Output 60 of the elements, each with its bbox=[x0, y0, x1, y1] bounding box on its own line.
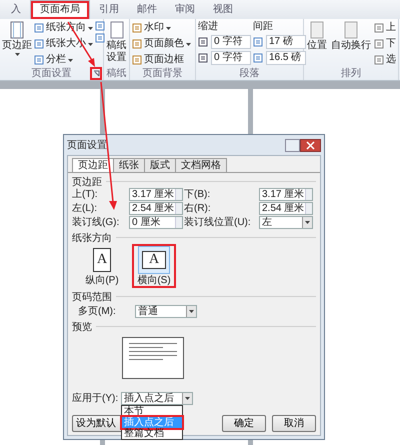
field-label: 右(R): bbox=[184, 202, 212, 214]
ribbon-button[interactable]: 位置 bbox=[307, 40, 327, 52]
dropdown-item[interactable]: 本节 bbox=[122, 406, 182, 417]
margin-spin-field[interactable]: 3.17 厘米 bbox=[129, 188, 183, 201]
field-label: 装订线(G): bbox=[72, 216, 120, 228]
ribbon-tab[interactable]: 邮件 bbox=[128, 1, 166, 19]
margin-spin-field[interactable]: 2.54 厘米 bbox=[259, 202, 313, 215]
group-label: 排列 bbox=[341, 68, 361, 80]
ribbon-menu-button[interactable]: 分栏 bbox=[34, 53, 93, 67]
indent-spin-field[interactable]: 0 字符 bbox=[211, 35, 251, 49]
gutter-position-select[interactable]: 左 bbox=[259, 216, 313, 229]
ribbon-button[interactable]: 选 bbox=[374, 53, 396, 67]
multiple-pages-select[interactable]: 普通 bbox=[135, 305, 197, 318]
dialog-tab[interactable]: 页边距 bbox=[72, 158, 114, 172]
ribbon-tab[interactable]: 入 bbox=[2, 1, 30, 19]
margin-spin-field[interactable]: 0 厘米 bbox=[129, 216, 183, 229]
ribbon-menu-button[interactable]: 页面颜色 bbox=[132, 37, 191, 51]
dialog-tab[interactable]: 文档网格 bbox=[175, 158, 227, 172]
indent-spin-field[interactable]: 0 字符 bbox=[211, 51, 251, 65]
section-heading: 页边距 bbox=[72, 176, 102, 188]
section-heading: 预览 bbox=[72, 320, 92, 334]
ribbon-tab[interactable]: 页面布局 bbox=[30, 0, 90, 19]
field-label: 多页(M): bbox=[78, 306, 117, 318]
field-label: 下(B): bbox=[184, 188, 212, 200]
orientation-label: 横向(S) bbox=[137, 275, 171, 287]
margin-spin-field[interactable]: 3.17 厘米 bbox=[259, 188, 313, 201]
draft-settings-button[interactable]: 稿纸设置 bbox=[106, 40, 126, 64]
ribbon-button[interactable]: 自动换行 bbox=[331, 40, 371, 52]
dialog-title: 页面设置 bbox=[67, 138, 107, 152]
spacing-spin-field[interactable]: 17 磅 bbox=[266, 35, 306, 49]
section-heading: 纸张方向 bbox=[72, 232, 112, 244]
apply-to-select[interactable]: 插入点之后 bbox=[121, 392, 194, 405]
ribbon-tab[interactable]: 视图 bbox=[204, 1, 242, 19]
ok-button[interactable]: 确定 bbox=[222, 415, 266, 432]
field-label: 左(L): bbox=[72, 202, 98, 214]
group-label: 页面背景 bbox=[142, 68, 182, 80]
orientation-option[interactable]: A bbox=[86, 246, 118, 274]
dialog-tab[interactable]: 纸张 bbox=[113, 158, 145, 172]
field-label: 装订线位置(U): bbox=[184, 216, 252, 228]
margins-button[interactable]: 页边距 bbox=[2, 40, 32, 52]
margin-spin-field[interactable]: 2.54 厘米 bbox=[129, 202, 183, 215]
ribbon-tab[interactable]: 审阅 bbox=[166, 1, 204, 19]
field-label: 应用于(Y): bbox=[72, 392, 118, 404]
cancel-button[interactable]: 取消 bbox=[272, 415, 316, 432]
group-label: 稿纸 bbox=[106, 68, 126, 80]
ribbon-menu-button[interactable]: 水印 bbox=[132, 21, 191, 35]
spacing-spin-field[interactable]: 16.5 磅 bbox=[266, 51, 306, 65]
indent-label: 缩进 bbox=[198, 21, 219, 33]
ribbon-button[interactable]: 下 bbox=[374, 37, 396, 51]
section-heading: 页码范围 bbox=[72, 290, 112, 304]
dialog-tab[interactable]: 版式 bbox=[144, 158, 176, 172]
spacing-label: 间距 bbox=[253, 21, 274, 33]
group-label: 页面设置 bbox=[32, 68, 72, 80]
orientation-option[interactable]: A bbox=[138, 246, 170, 274]
group-label: 段落 bbox=[240, 68, 260, 80]
orientation-label: 纵向(P) bbox=[85, 275, 119, 287]
ribbon-button[interactable]: 上 bbox=[374, 21, 396, 35]
ribbon-tab[interactable]: 引用 bbox=[90, 1, 128, 19]
field-label: 上(T): bbox=[72, 188, 99, 200]
ribbon-menu-button[interactable]: 页面边框 bbox=[132, 53, 191, 67]
